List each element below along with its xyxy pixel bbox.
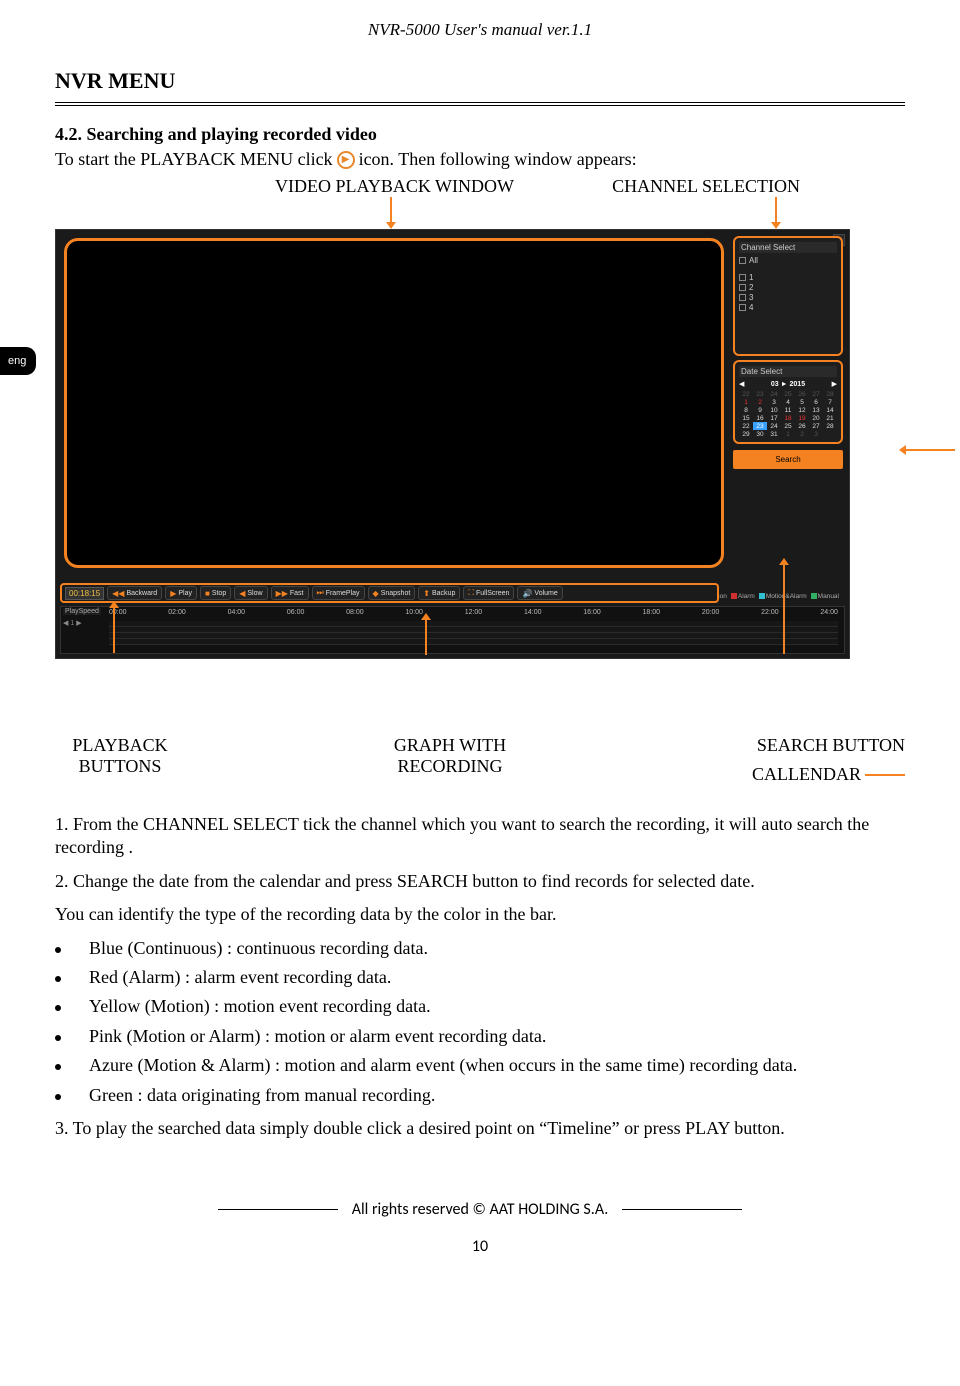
playback-screenshot: ✕ Channel Select All 1 2 3 4 Date Select… [55, 229, 850, 659]
channel-panel-title: Channel Select [739, 242, 837, 253]
section-title: NVR MENU [55, 68, 905, 94]
time-display: 00:18:15 [65, 587, 104, 600]
date-select-panel: Date Select ◀ 03 ► 2015 ▶ 22232425262728… [733, 360, 843, 444]
footer: All rights reserved © AAT HOLDING S.A. 1… [55, 1200, 905, 1256]
fullscreen-button[interactable]: ⛶FullScreen [463, 586, 514, 600]
arrow-down-icon [390, 197, 392, 223]
calendar-nav[interactable]: ◀ 03 ► 2015 ▶ [739, 380, 837, 388]
playspeed-control[interactable]: ◀ 1 ▶ [63, 619, 82, 627]
timeline-bars [109, 621, 838, 651]
next-month-icon[interactable]: ▶ [832, 380, 837, 388]
label-channel-selection: CHANNEL SELECTION [612, 176, 800, 197]
intro-line: To start the PLAYBACK MENU click ▶ icon.… [55, 149, 905, 170]
play-button[interactable]: ▶Play [165, 586, 197, 600]
doc-header: NVR-5000 User's manual ver.1.1 [55, 20, 905, 40]
channel-label: 4 [749, 303, 753, 312]
channel-label: 2 [749, 283, 753, 292]
channel-2[interactable]: 2 [739, 283, 837, 292]
channel-all[interactable]: All [739, 256, 837, 265]
intro-post: icon. Then following window appears: [359, 149, 637, 170]
subsection-heading: 4.2. Searching and playing recorded vide… [55, 124, 905, 145]
channel-label: 1 [749, 273, 753, 282]
date-panel-title: Date Select [739, 366, 837, 377]
arrow-row-top [55, 197, 905, 229]
label-graph-recording: GRAPH WITH RECORDING [370, 735, 530, 785]
label-callendar: CALLENDAR [752, 764, 861, 785]
play-icon: ▶ [337, 151, 355, 169]
page-number: 10 [55, 1237, 905, 1256]
stop-button[interactable]: ■Stop [200, 586, 231, 600]
eng-badge: eng [0, 347, 36, 375]
timeline[interactable]: PlaySpeed ◀ 1 ▶ 00:0002:0004:0006:0008:0… [60, 606, 845, 654]
arrow-up-icon [783, 564, 785, 654]
label-playback-buttons: PLAYBACK BUTTONS [55, 735, 185, 785]
identify-note: You can identify the type of the recordi… [55, 903, 905, 926]
playspeed-label: PlaySpeed [63, 608, 101, 615]
video-window[interactable] [64, 238, 724, 568]
timeline-hours: 00:0002:0004:0006:0008:0010:0012:0014:00… [109, 609, 838, 616]
arrow-line-icon [865, 774, 905, 776]
list-item: Yellow (Motion) : motion event recording… [55, 995, 905, 1018]
step-3: 3. To play the searched data simply doub… [55, 1117, 905, 1140]
list-item: Pink (Motion or Alarm) : motion or alarm… [55, 1025, 905, 1048]
calendar[interactable]: 2223242526272812345678910111213141516171… [739, 390, 837, 438]
channel-3[interactable]: 3 [739, 293, 837, 302]
slow-button[interactable]: ◀Slow [234, 586, 267, 600]
footer-text: All rights reserved © AAT HOLDING S.A. [338, 1200, 623, 1219]
prev-month-icon[interactable]: ◀ [739, 380, 744, 388]
backward-button[interactable]: ◀◀Backward [107, 586, 162, 600]
label-search-button: SEARCH BUTTON [715, 735, 905, 756]
arrow-down-icon [775, 197, 777, 223]
channel-1[interactable]: 1 [739, 273, 837, 282]
channel-4[interactable]: 4 [739, 303, 837, 312]
arrow-up-icon [113, 607, 115, 653]
list-item: Blue (Continuous) : continuous recording… [55, 937, 905, 960]
step-2: 2. Change the date from the calendar and… [55, 870, 905, 893]
playback-toolbar: 00:18:15 ◀◀Backward▶Play■Stop◀Slow ▶▶Fast… [60, 583, 719, 603]
channel-select-panel: Channel Select All 1 2 3 4 [733, 236, 843, 356]
frameplay-button[interactable]: ⏭FramePlay [312, 586, 365, 600]
volume-button[interactable]: 🔊Volume [517, 586, 562, 600]
list-item: Red (Alarm) : alarm event recording data… [55, 966, 905, 989]
title-rule [55, 102, 905, 106]
step-1: 1. From the CHANNEL SELECT tick the chan… [55, 813, 905, 860]
search-button[interactable]: Search [733, 450, 843, 469]
snapshot-button[interactable]: ◆Snapshot [368, 586, 416, 600]
channel-label: 3 [749, 293, 753, 302]
body-text: 1. From the CHANNEL SELECT tick the chan… [55, 813, 905, 1140]
channel-label: All [749, 256, 758, 265]
arrow-up-icon [425, 619, 427, 655]
recording-color-list: Blue (Continuous) : continuous recording… [55, 937, 905, 1107]
label-video-window: VIDEO PLAYBACK WINDOW [275, 176, 514, 197]
intro-pre: To start the PLAYBACK MENU click [55, 149, 333, 170]
list-item: Green : data originating from manual rec… [55, 1084, 905, 1107]
arrow-row-bottom [55, 659, 905, 695]
backup-button[interactable]: ⬆Backup [418, 586, 460, 600]
list-item: Azure (Motion & Alarm) : motion and alar… [55, 1054, 905, 1077]
fast-button[interactable]: ▶▶Fast [271, 586, 309, 600]
arrow-left-icon [905, 449, 955, 451]
